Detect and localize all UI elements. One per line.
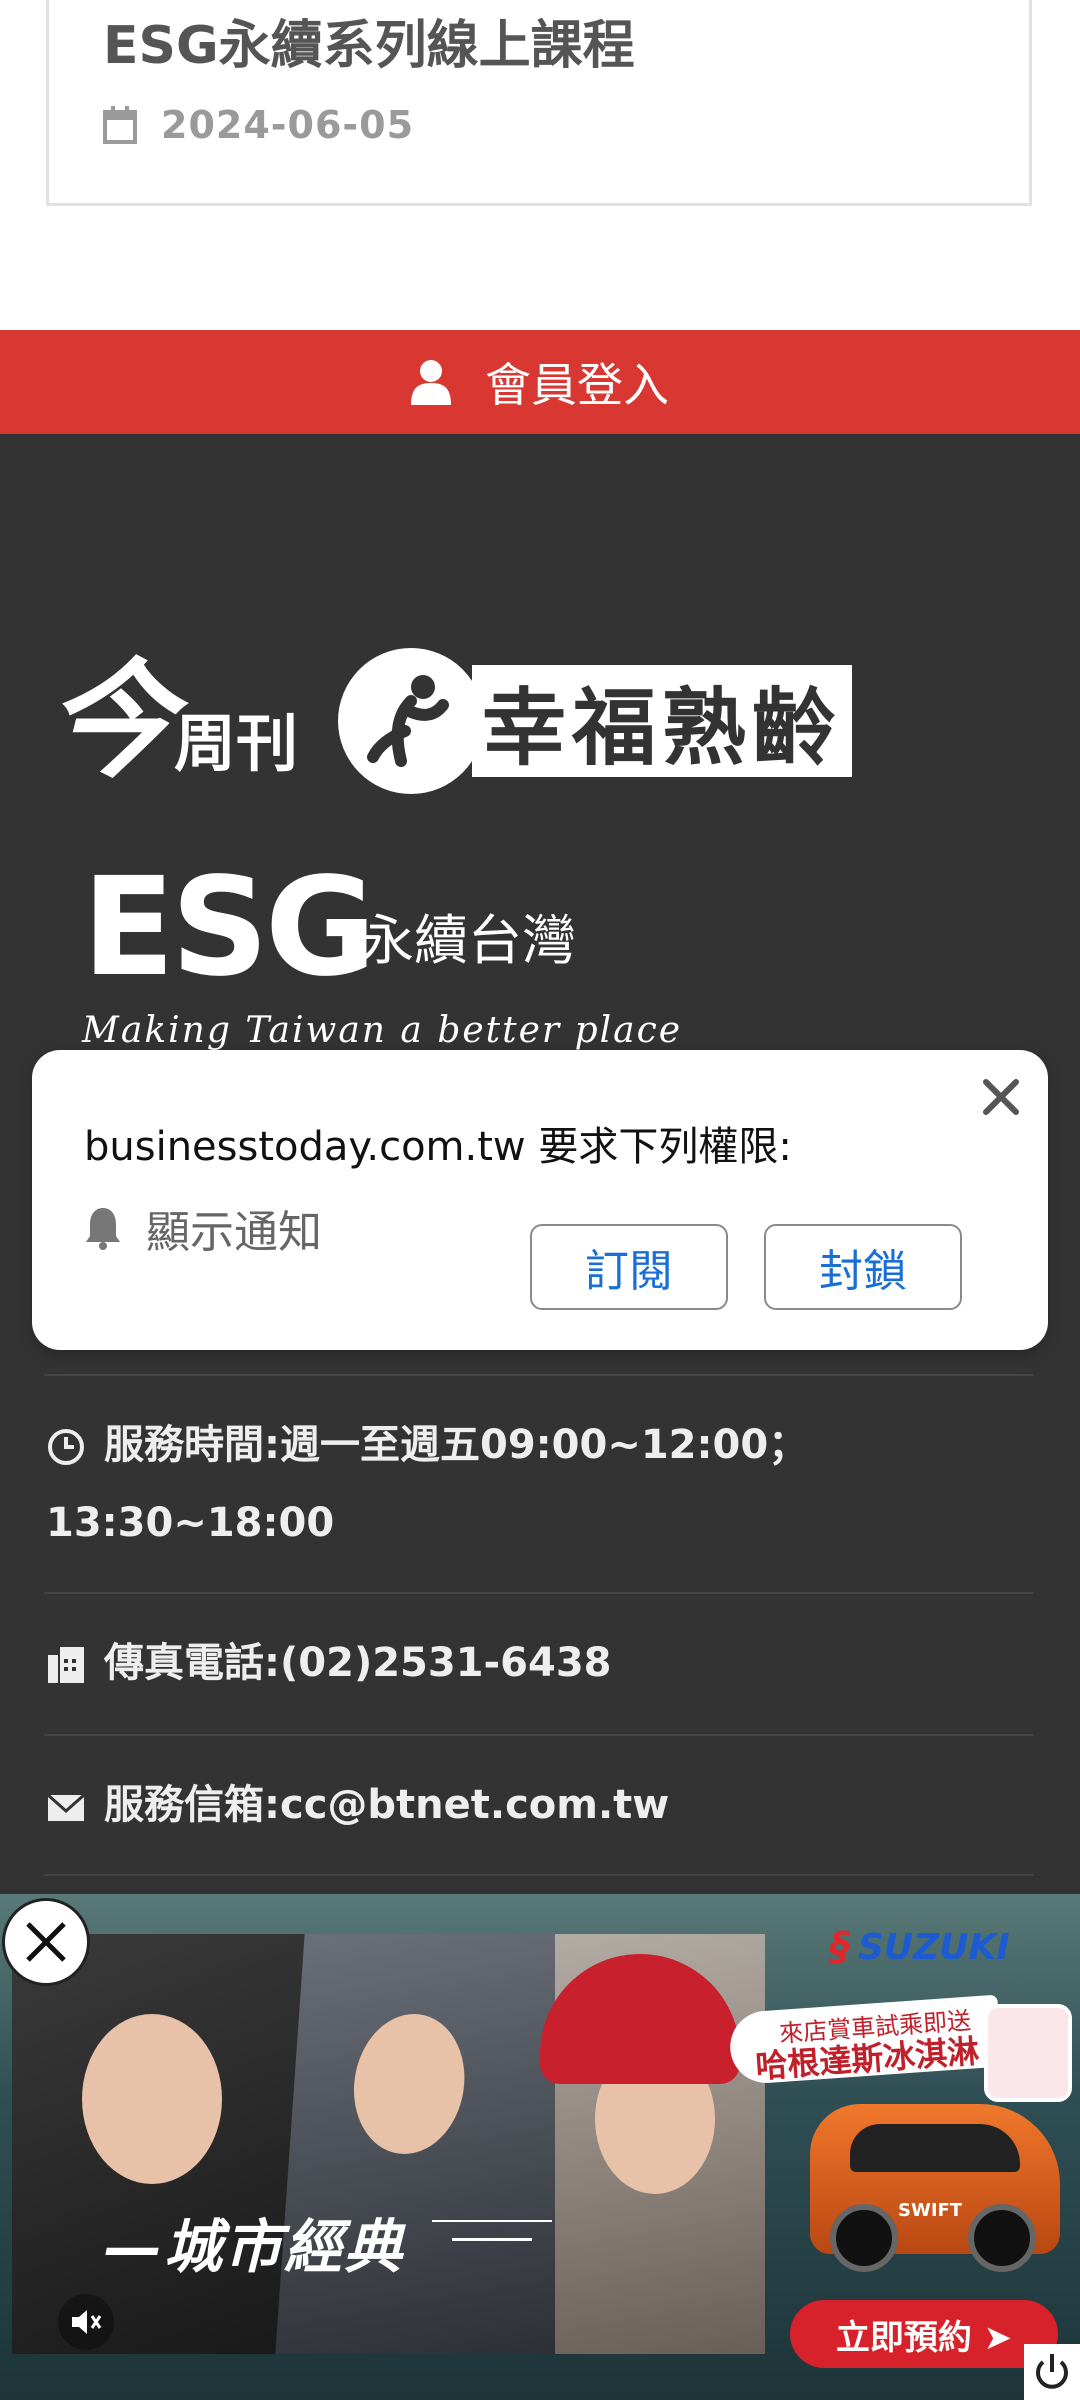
permission-item: 顯示通知 [84, 1196, 322, 1260]
esg-taiwan-logo[interactable]: ESG 永續台灣 Making Taiwan a better place [82, 860, 682, 1051]
happy-aging-logo[interactable]: 幸福熟齡 [338, 648, 853, 794]
member-login-button[interactable]: 會員登入 [0, 330, 1080, 434]
divider [44, 1374, 1034, 1376]
envelope-icon [47, 1793, 85, 1821]
book-now-button[interactable]: 立即預約 ➤ [790, 2300, 1058, 2368]
calendar-icon [103, 106, 137, 144]
service-email[interactable]: 服務信箱:cc@btnet.com.tw [46, 1766, 669, 1844]
fax-icon [48, 1647, 84, 1683]
business-today-logo[interactable]: 今周刊 [46, 657, 298, 785]
fax-number: 傳真電話:(02)2531-6438 [46, 1624, 611, 1702]
service-hours: 服務時間:週一至週五09:00~12:00； 13:30~18:00 [46, 1422, 809, 1546]
esg-tagline: Making Taiwan a better place [82, 1010, 683, 1051]
ad-photo-2 [275, 1934, 585, 2354]
divider [44, 1734, 1034, 1736]
power-icon[interactable] [1024, 2344, 1080, 2400]
video-progress [432, 2220, 552, 2241]
clock-icon [48, 1429, 84, 1465]
ad-close-icon[interactable] [2, 1898, 90, 1986]
car-badge: SWIFT [898, 2200, 963, 2221]
article-card[interactable]: ESG永續系列線上課程 2024-06-05 [46, 0, 1032, 206]
divider [44, 1592, 1034, 1594]
user-icon [411, 360, 451, 405]
permission-title: businesstoday.com.tw 要求下列權限: [84, 1124, 792, 1170]
bell-icon [86, 1208, 120, 1250]
subscribe-button[interactable]: 訂閱 [530, 1224, 728, 1310]
ad-photo-1 [12, 1934, 312, 2354]
close-icon[interactable] [976, 1072, 1026, 1122]
date-text: 2024-06-05 [161, 103, 415, 147]
ice-cream-icon [984, 2004, 1072, 2102]
notification-permission-dialog: businesstoday.com.tw 要求下列權限: 顯示通知 訂閱 封鎖 [32, 1050, 1048, 1350]
mute-icon[interactable] [58, 2294, 114, 2350]
divider [44, 1874, 1034, 1876]
member-login-label: 會員登入 [485, 358, 669, 412]
car-image: SWIFT [810, 2104, 1060, 2272]
ad-slogan: —城市經典 [104, 2213, 405, 2281]
brand-logos: 今周刊 幸福熟齡 [46, 648, 853, 794]
article-date: 2024-06-05 [103, 103, 414, 147]
runner-icon [338, 648, 485, 794]
suzuki-ad-banner[interactable]: —城市經典 § SUZUKI 來店賞車試乘即送 哈根達斯冰淇淋 SWIFT 立即預… [0, 1894, 1080, 2400]
article-title[interactable]: ESG永續系列線上課程 [103, 3, 635, 78]
suzuki-logo: § SUZUKI [830, 1924, 1010, 1970]
block-button[interactable]: 封鎖 [764, 1224, 962, 1310]
